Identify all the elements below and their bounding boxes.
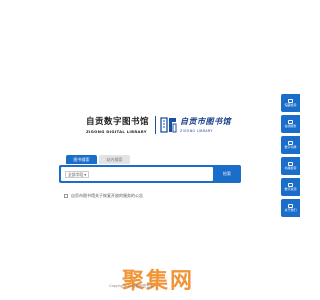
tab-site-search[interactable]: 站内搜索 bbox=[99, 155, 130, 164]
search-input[interactable] bbox=[93, 169, 211, 179]
search-tabs: 图书搜索 站内搜索 bbox=[66, 155, 130, 164]
sidebar-item-about-us[interactable]: 关于我们 bbox=[281, 199, 300, 217]
notice-checkbox-icon bbox=[64, 194, 68, 198]
logo-sub-en: ZIGONG LIBRARY bbox=[180, 129, 213, 133]
notice-text: 自贡市图书馆关于恢复开放的服务的公告 bbox=[71, 193, 143, 198]
sidebar-item-label: 馆藏检索 bbox=[284, 102, 297, 107]
notice-link[interactable]: 自贡市图书馆关于恢复开放的服务的公告 bbox=[64, 193, 143, 199]
watermark: 聚集网 bbox=[122, 269, 195, 294]
sidebar-item-digital-resources[interactable]: 数字资源 bbox=[281, 178, 300, 196]
sidebar-item-label: 数字书屋 bbox=[284, 144, 297, 149]
search-scope-select[interactable]: 全部字段 ▾ bbox=[65, 171, 90, 178]
sidebar-item-label: 关于我们 bbox=[284, 207, 297, 212]
sidebar-item-online-service[interactable]: 在线服务 bbox=[281, 115, 300, 133]
chevron-down-icon: ▾ bbox=[84, 172, 87, 177]
sidebar-item-digital-books[interactable]: 数字书屋 bbox=[281, 136, 300, 154]
logo-sub: 自贡市图书馆 ZIGONG LIBRARY bbox=[180, 116, 231, 133]
logo-divider bbox=[155, 115, 157, 134]
sidebar-item-label: 数字资源 bbox=[284, 186, 297, 191]
sidebar-item-book-search[interactable]: 书籍检索 bbox=[281, 157, 300, 175]
right-sidebar: 馆藏检索 在线服务 数字书屋 书籍检索 数字资源 关于我们 bbox=[281, 94, 300, 217]
logo-sub-cn: 自贡市图书馆 bbox=[180, 116, 232, 126]
logo-title-cn: 自贡数字图书馆 bbox=[86, 117, 150, 127]
sidebar-item-label: 在线服务 bbox=[284, 123, 297, 128]
search-box: 全部字段 ▾ bbox=[61, 167, 213, 181]
library-emblem-icon bbox=[160, 115, 178, 134]
sidebar-item-label: 书籍检索 bbox=[284, 165, 297, 170]
copyright-text: Copyright © 自贡市图书馆 bbox=[109, 284, 153, 288]
logo-text: 自贡数字图书馆 ZIGONG DIGITAL LIBRARY bbox=[86, 115, 149, 134]
tab-book-search[interactable]: 图书搜索 bbox=[66, 155, 97, 164]
site-logo[interactable]: 自贡数字图书馆 ZIGONG DIGITAL LIBRARY 自贡市图书馆 ZI… bbox=[86, 115, 231, 134]
search-scope-value: 全部字段 bbox=[68, 172, 84, 177]
logo-title-en: ZIGONG DIGITAL LIBRARY bbox=[86, 129, 147, 134]
sidebar-item-collection-search[interactable]: 馆藏检索 bbox=[281, 94, 300, 112]
search-bar: 全部字段 ▾ 检索 bbox=[59, 165, 241, 183]
search-button[interactable]: 检索 bbox=[215, 167, 239, 181]
